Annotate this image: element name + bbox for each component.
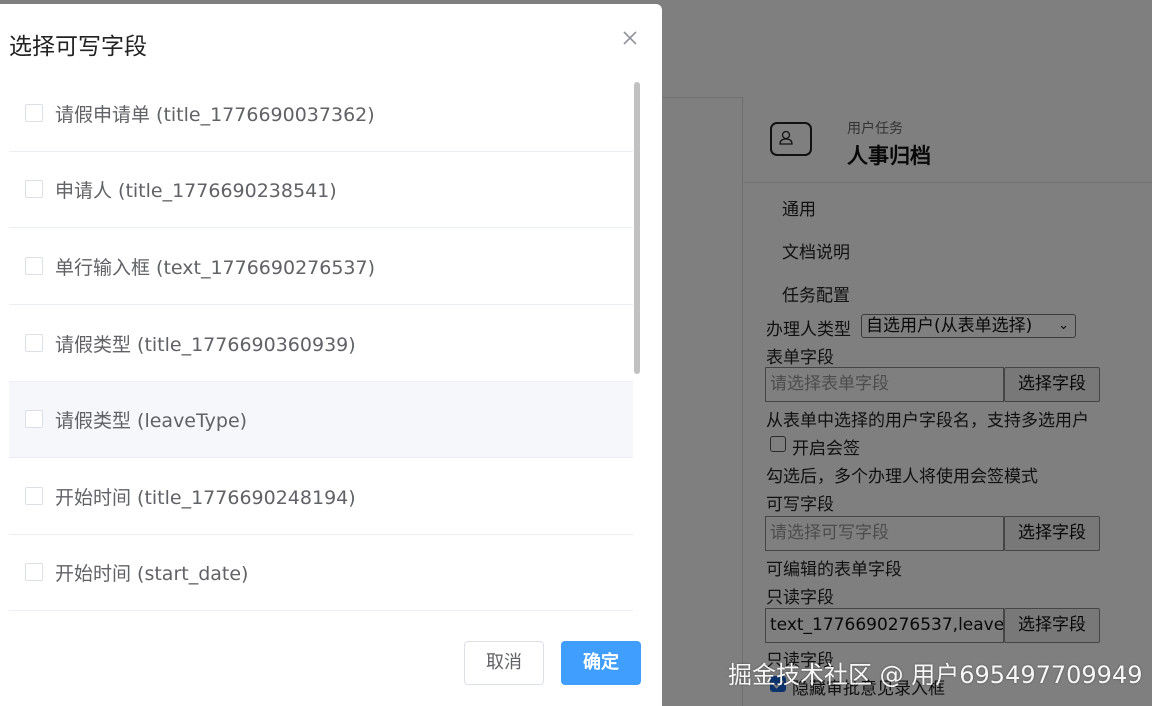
field-list-item[interactable]: 开始时间 (title_1776690248194) — [9, 459, 633, 535]
field-list: 请假申请单 (title_1776690037362) 申请人 (title_1… — [9, 76, 633, 622]
field-list-item[interactable]: 申请人 (title_1776690238541) — [9, 152, 633, 228]
field-checkbox[interactable] — [25, 563, 43, 581]
field-checkbox[interactable] — [25, 257, 43, 275]
confirm-button[interactable]: 确定 — [561, 641, 641, 685]
field-label: 请假申请单 (title_1776690037362) — [55, 104, 375, 126]
select-writable-fields-dialog: 选择可写字段 请假申请单 (title_1776690037362) 申请人 (… — [0, 4, 662, 706]
field-label: 开始时间 (title_1776690248194) — [55, 487, 356, 509]
dialog-title: 选择可写字段 — [9, 34, 147, 60]
field-checkbox[interactable] — [25, 410, 43, 428]
field-label: 开始时间 (start_date) — [55, 563, 249, 585]
watermark: 掘金技术社区 @ 用户695497709949 — [728, 661, 1143, 689]
field-list-item[interactable]: 开始时间 (start_date) — [9, 535, 633, 611]
field-list-item[interactable]: 请假类型 (title_1776690360939) — [9, 306, 633, 382]
scrollbar-thumb[interactable] — [634, 82, 640, 374]
field-checkbox[interactable] — [25, 334, 43, 352]
cancel-button[interactable]: 取消 — [464, 641, 544, 685]
field-list-item[interactable]: 单行输入框 (text_1776690276537) — [9, 229, 633, 305]
field-checkbox[interactable] — [25, 180, 43, 198]
field-list-item[interactable]: 请假类型 (leaveType) — [9, 382, 633, 458]
field-label: 请假类型 (leaveType) — [55, 410, 248, 432]
field-label: 单行输入框 (text_1776690276537) — [55, 257, 376, 279]
field-label: 申请人 (title_1776690238541) — [55, 180, 337, 202]
field-checkbox[interactable] — [25, 104, 43, 122]
field-list-item[interactable]: 请假申请单 (title_1776690037362) — [9, 76, 633, 152]
field-checkbox[interactable] — [25, 487, 43, 505]
close-icon[interactable] — [618, 26, 642, 50]
field-label: 请假类型 (title_1776690360939) — [55, 334, 356, 356]
